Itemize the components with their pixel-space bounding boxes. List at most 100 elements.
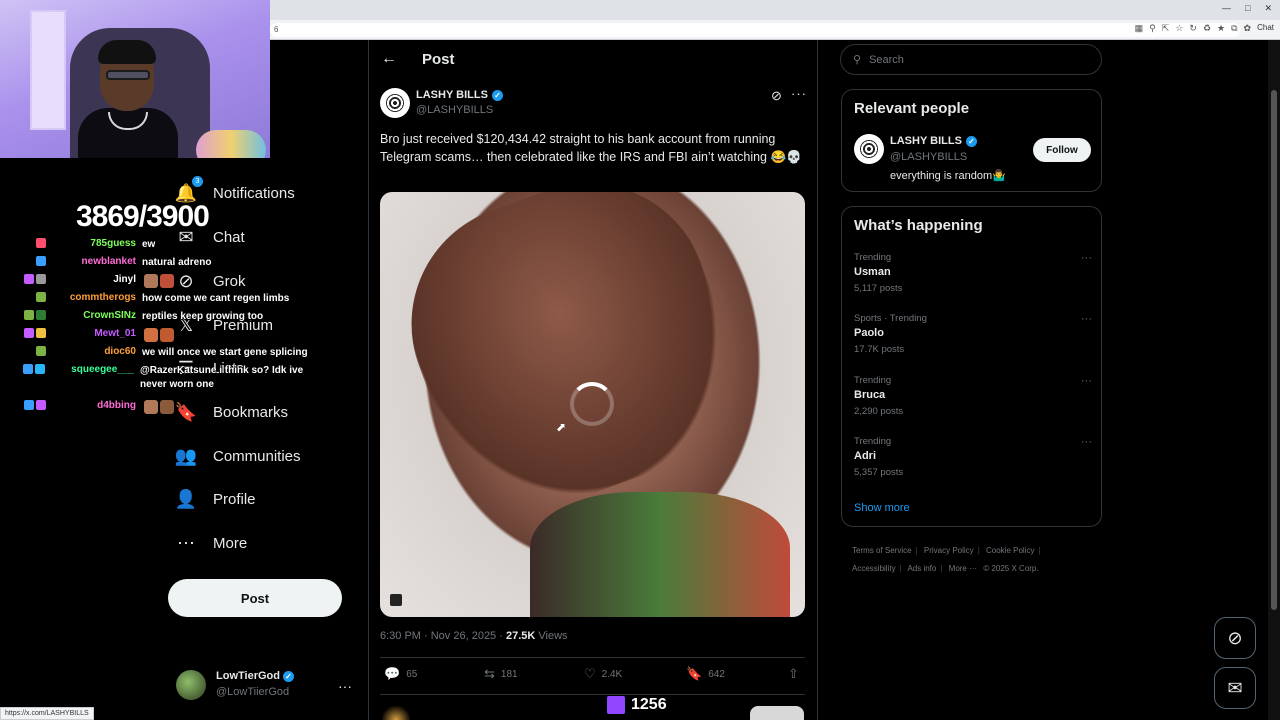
emote-icon: [144, 274, 158, 288]
chat-message: CrownSINz reptiles keep growing too: [0, 310, 263, 324]
chat-button[interactable]: Chat: [1257, 23, 1274, 34]
emote-icon: [144, 328, 158, 342]
cookie-link[interactable]: Cookie Policy: [986, 546, 1034, 555]
trend-item[interactable]: Sports · Trending Paolo 17.7K posts ···: [854, 313, 1094, 365]
author-avatar[interactable]: [380, 88, 410, 118]
nav-label: Notifications: [213, 184, 295, 202]
favorites-icon[interactable]: ★: [1217, 23, 1225, 34]
trend-item[interactable]: Trending Bruca 2,290 posts ···: [854, 375, 1094, 427]
author-handle[interactable]: @LASHYBILLS: [416, 104, 493, 116]
heart-icon: ♡: [584, 666, 596, 681]
chat-message: d4bbing: [0, 400, 174, 415]
search-input[interactable]: ⚲ Search: [840, 44, 1102, 75]
emote-icon: [160, 328, 174, 342]
more-icon[interactable]: ···: [1081, 252, 1092, 264]
avatar[interactable]: [854, 134, 884, 164]
verified-icon: ✓: [965, 135, 977, 147]
chat-text: natural adreno: [142, 257, 212, 268]
collections-icon[interactable]: ⧉: [1231, 23, 1237, 34]
nav-more[interactable]: ⋯ More: [175, 528, 247, 558]
more-link[interactable]: More ···: [949, 564, 977, 573]
show-more-link[interactable]: Show more: [854, 502, 910, 514]
terms-link[interactable]: Terms of Service: [852, 546, 912, 555]
accessibility-link[interactable]: Accessibility: [852, 564, 896, 573]
follow-button[interactable]: Follow: [1033, 138, 1091, 162]
zoom-icon[interactable]: ⚲: [1149, 23, 1156, 34]
reply-button[interactable]: 💬 65: [384, 666, 417, 682]
scrollbar-thumb[interactable]: [1271, 90, 1277, 610]
grok-fab[interactable]: ⊘: [1214, 617, 1256, 659]
reply-icon: 💬: [384, 666, 401, 681]
grok-icon: ⊘: [1227, 627, 1243, 648]
chat-message: 785guess ew: [0, 238, 155, 252]
twitch-viewer-count: 1256: [607, 696, 667, 714]
relevant-people-card: Relevant people LASHY BILLS ✓ @LASHYBILLS…: [841, 89, 1102, 192]
divider: [380, 657, 805, 658]
messages-fab[interactable]: ✉: [1214, 667, 1256, 709]
post-button[interactable]: Post: [168, 579, 342, 617]
like-button[interactable]: ♡ 2.4K: [584, 666, 622, 682]
nav-communities[interactable]: 👥 Communities: [175, 441, 301, 471]
close-icon[interactable]: ✕: [1264, 3, 1272, 14]
verified-icon: ✓: [283, 671, 295, 682]
chat-username: 785guess: [90, 238, 136, 249]
chat-text: @RazerKatsune i think so? Idk ive never …: [140, 365, 304, 390]
apps-icon[interactable]: ▦: [1135, 23, 1144, 34]
video-control-icon[interactable]: [390, 594, 402, 606]
repost-icon: ⇆: [484, 666, 495, 681]
divider: [380, 694, 805, 695]
trend-item[interactable]: Trending Adri 5,357 posts ···: [854, 436, 1094, 488]
chat-text: [142, 328, 174, 343]
maximize-icon[interactable]: □: [1245, 3, 1250, 14]
privacy-link[interactable]: Privacy Policy: [924, 546, 974, 555]
post-timestamp[interactable]: 6:30 PM · Nov 26, 2025 ·: [380, 630, 506, 642]
minimize-icon[interactable]: —: [1222, 3, 1231, 14]
chat-username: d4bbing: [97, 400, 136, 411]
share-icon: ⇧: [788, 666, 799, 681]
more-icon[interactable]: ···: [791, 86, 807, 101]
account-switcher[interactable]: LowTierGod ✓ @LowTiierGod ···: [176, 668, 356, 704]
refresh-icon[interactable]: ↻: [1189, 23, 1197, 34]
reply-avatar[interactable]: [382, 704, 410, 720]
nav-label: Grok: [213, 272, 246, 290]
share-icon[interactable]: ⇱: [1162, 23, 1170, 34]
twitch-icon: [607, 696, 625, 714]
reply-button[interactable]: [750, 706, 804, 720]
bookmark-button[interactable]: 🔖 642: [686, 666, 725, 682]
repost-button[interactable]: ⇆ 181: [484, 666, 518, 682]
chat-message: dioc60 we will once we start gene splici…: [0, 346, 308, 360]
ads-info-link[interactable]: Ads info: [907, 564, 936, 573]
star-icon[interactable]: ☆: [1175, 23, 1183, 34]
post-header: ← Post: [369, 40, 817, 80]
communities-icon: 👥: [174, 445, 198, 466]
url-field[interactable]: 6: [270, 23, 1240, 37]
more-icon[interactable]: ···: [1081, 436, 1092, 448]
heart-badge-icon: [36, 238, 46, 248]
back-arrow-icon[interactable]: ←: [381, 50, 397, 68]
badge-icon: [24, 400, 34, 410]
cursor-icon: ⬈: [556, 420, 567, 434]
loading-spinner-icon: [570, 382, 614, 426]
badge-icon: [36, 328, 46, 338]
trend-item[interactable]: Trending Usman 5,117 posts ···: [854, 252, 1094, 304]
more-icon[interactable]: ···: [1081, 313, 1092, 325]
badge-icon: [24, 274, 34, 284]
grok-icon[interactable]: ⊘: [771, 88, 782, 104]
copilot-icon[interactable]: ✿: [1244, 23, 1252, 34]
person-handle[interactable]: @LASHYBILLS: [890, 151, 967, 163]
chat-text: ew: [142, 239, 156, 250]
bookmark-icon: 🔖: [686, 666, 703, 681]
nav-bookmarks[interactable]: 🔖 Bookmarks: [175, 397, 288, 427]
nav-profile[interactable]: 👤 Profile: [175, 484, 256, 514]
extensions-icon[interactable]: ♻: [1203, 23, 1211, 34]
author-name[interactable]: LASHY BILLS ✓: [416, 89, 503, 101]
person-name[interactable]: LASHY BILLS ✓: [890, 135, 977, 147]
badge-icon: [36, 274, 46, 284]
more-icon[interactable]: ···: [1081, 375, 1092, 387]
share-button[interactable]: ⇧: [788, 666, 799, 682]
post-video[interactable]: ⬈: [380, 192, 805, 617]
scrollbar[interactable]: [1268, 40, 1280, 720]
nav-label: More: [213, 534, 248, 552]
chat-message: newblanket natural adreno: [0, 256, 211, 270]
bookmark-icon: 🔖: [174, 401, 198, 422]
